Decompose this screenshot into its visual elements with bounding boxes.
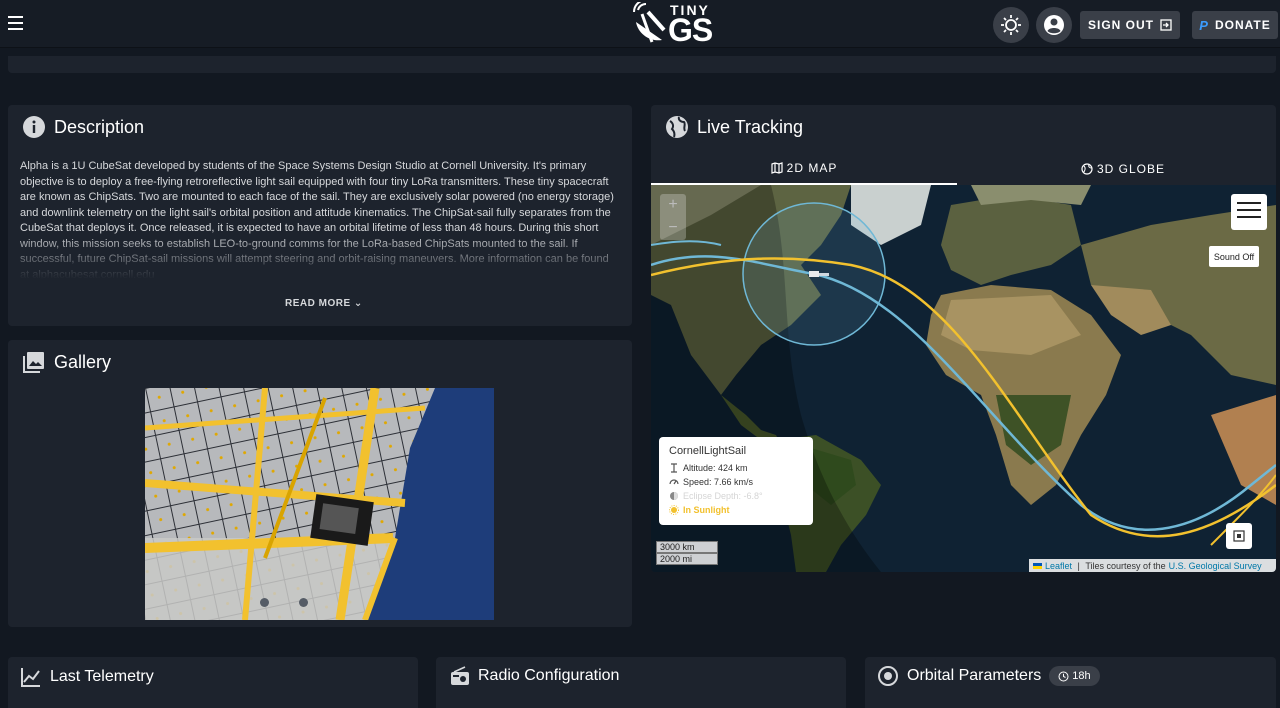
satellite-map[interactable]: + − Sound Off CornellLightSail Altitude:… [651,185,1276,572]
orbit-age-badge: 18h [1049,666,1100,686]
menu-line-icon [1237,202,1261,204]
sign-out-label: SIGN OUT [1087,18,1154,32]
map-icon [771,162,783,174]
live-tracking-title: Live Tracking [697,116,804,137]
attribution-text: Tiles courtesy of the [1085,560,1166,571]
attribution-separator: | [1075,560,1083,571]
center-satellite-button[interactable] [1226,523,1252,549]
leaflet-link[interactable]: Leaflet [1045,561,1072,571]
eclipse-row: Eclipse Depth: -6.8° [669,489,803,503]
gallery-header: Gallery [22,350,111,374]
donate-label: DONATE [1214,18,1271,32]
logout-icon [1160,19,1172,31]
orbital-parameters-header: Orbital Parameters 18h [877,665,1100,687]
chevron-down-icon: ⌄ [353,298,363,309]
gallery-title: Gallery [54,351,112,372]
sun-icon [1001,15,1021,35]
speed-row: Speed: 7.66 km/s [669,475,803,489]
altitude-value: Altitude: 424 km [683,463,748,473]
chart-line-icon [21,668,40,687]
sunlight-row: In Sunlight [669,503,803,517]
donate-button[interactable]: P DONATE [1192,11,1278,39]
satellite-info-popup: CornellLightSail Altitude: 424 km Speed:… [659,437,813,525]
hamburger-menu-icon[interactable] [8,12,28,36]
read-more-button[interactable]: READ MORE ⌄ [285,298,363,309]
gallery-pagination [260,598,308,607]
description-header: Description [22,115,144,139]
last-telemetry-card: Last Telemetry [8,657,418,708]
tab-2d-map[interactable]: 2D MAP [651,153,957,185]
gallery-image-light-sail[interactable] [145,388,494,620]
menu-line-icon [1237,216,1261,218]
description-text: Alpha is a 1U CubeSat developed by stude… [20,160,614,279]
description-card: Description Alpha is a 1U CubeSat develo… [8,105,632,326]
speedometer-icon [669,479,679,485]
orbital-parameters-title: Orbital Parameters [907,667,1042,684]
account-button[interactable] [1036,7,1072,43]
radio-configuration-card: Radio Configuration [436,657,846,708]
gallery-dot-2[interactable] [299,598,308,607]
tab-3d-globe[interactable]: 3D GLOBE [970,153,1276,185]
zoom-control: + − [660,194,686,240]
top-app-bar: TINY GS SIGN OUT P DONATE [0,0,1280,48]
altitude-icon [671,463,677,473]
radio-configuration-title: Radio Configuration [478,667,620,684]
tab-2d-map-label: 2D MAP [786,161,838,175]
logo-gs-text: GS [668,12,713,48]
speed-value: Speed: 7.66 km/s [683,477,754,487]
layers-menu-button[interactable] [1231,194,1267,230]
zoom-out-button[interactable]: − [660,217,686,240]
map-attribution: Leaflet | Tiles courtesy of the U.S. Geo… [1029,559,1276,572]
target-icon [1233,530,1245,542]
scale-km: 3000 km [656,541,718,553]
tinygs-logo[interactable]: TINY GS [630,2,726,48]
photo-library-icon [23,352,44,373]
sun-status-icon [669,505,679,515]
orbit-icon [878,666,898,686]
orbital-parameters-card: Orbital Parameters 18h [865,657,1276,708]
tab-3d-globe-label: 3D GLOBE [1096,162,1166,176]
last-telemetry-header: Last Telemetry [20,666,154,688]
top-card-remnant [8,56,1276,73]
gallery-card: Gallery [8,340,632,627]
globe-small-icon [1081,163,1093,175]
sign-out-button[interactable]: SIGN OUT [1080,11,1180,39]
description-title: Description [54,116,145,137]
orbit-age-value: 18h [1072,670,1091,682]
radio-icon [451,666,469,685]
map-tabs: 2D MAP 3D GLOBE [651,153,1276,185]
read-more-label: READ MORE [285,298,351,309]
satellite-name: CornellLightSail [669,445,747,457]
paypal-icon: P [1199,17,1209,33]
map-scale: 3000 km 2000 mi [656,541,718,565]
sound-toggle-button[interactable]: Sound Off [1209,246,1259,267]
info-icon [23,116,45,138]
clock-icon [1058,671,1069,681]
live-tracking-header: Live Tracking [665,115,803,139]
last-telemetry-title: Last Telemetry [50,668,154,685]
live-tracking-card: Live Tracking 2D MAP 3D GLOBE + − Sound … [651,105,1276,572]
altitude-row: Altitude: 424 km [669,461,803,475]
sunlight-status: In Sunlight [683,505,730,515]
menu-line-icon [1237,209,1261,211]
scale-mi: 2000 mi [656,553,718,565]
usgs-link[interactable]: U.S. Geological Survey [1169,561,1262,571]
ukraine-flag-icon [1033,562,1042,569]
globe-icon [666,116,688,138]
eclipse-depth-value: Eclipse Depth: -6.8° [683,491,763,501]
zoom-in-button[interactable]: + [660,194,686,217]
account-circle-icon [1044,15,1064,35]
radio-configuration-header: Radio Configuration [450,666,619,686]
theme-toggle-button[interactable] [993,7,1029,43]
satellite-dish-icon [633,2,666,43]
eclipse-icon [670,492,678,500]
gallery-dot-1[interactable] [260,598,269,607]
